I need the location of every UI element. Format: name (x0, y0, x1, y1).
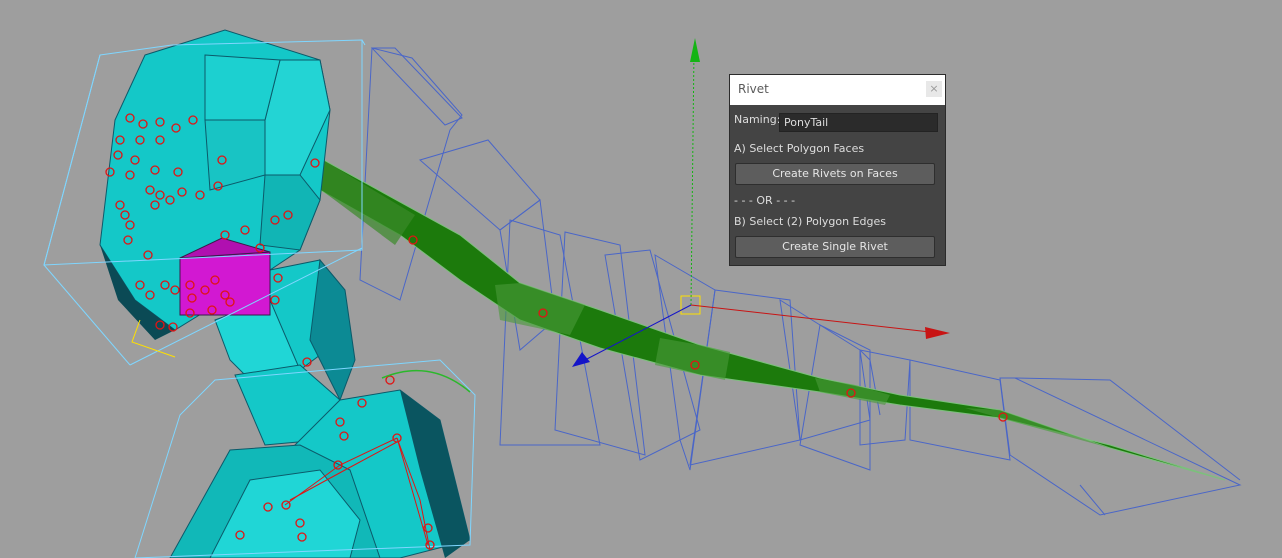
close-icon[interactable]: × (926, 81, 942, 97)
rivet-form: Naming: PonyTail A) Select Polygon Faces… (730, 105, 945, 265)
step-b-label: B) Select (2) Polygon Edges (734, 215, 886, 228)
maya-3d-viewport[interactable] (0, 0, 1282, 558)
y-axis-handle[interactable] (690, 49, 695, 306)
or-separator: - - - OR - - - (734, 194, 796, 207)
y-axis-arrow-icon[interactable] (690, 38, 700, 62)
create-single-rivet-button[interactable]: Create Single Rivet (735, 236, 935, 258)
x-axis-handle[interactable] (690, 304, 931, 333)
z-axis-arrow-icon[interactable] (572, 352, 590, 367)
rotate-arc (381, 369, 471, 393)
x-axis-arrow-icon[interactable] (925, 327, 950, 339)
naming-label: Naming: (734, 113, 781, 126)
create-rivets-on-faces-button[interactable]: Create Rivets on Faces (735, 163, 935, 185)
window-titlebar[interactable]: Rivet × (730, 75, 945, 105)
rivet-tool-window: Rivet × Naming: PonyTail A) Select Polyg… (730, 75, 945, 265)
naming-input[interactable]: PonyTail (779, 113, 938, 132)
window-title: Rivet (738, 82, 769, 96)
scene-render (43, 29, 1242, 558)
step-a-label: A) Select Polygon Faces (734, 142, 865, 155)
character-mesh (99, 29, 471, 558)
